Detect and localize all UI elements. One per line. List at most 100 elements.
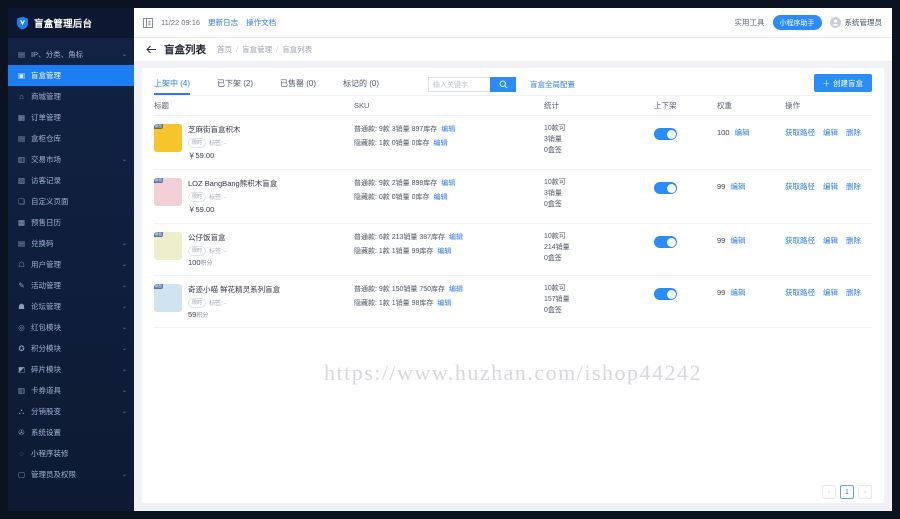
shelf-toggle[interactable] bbox=[654, 128, 677, 140]
search-button[interactable] bbox=[490, 77, 516, 92]
product-info: 公仔饭盲盒 限时 标签: - 100积分 bbox=[188, 232, 226, 267]
cell-ops: 获取路径 编辑 删除 bbox=[785, 124, 872, 138]
sku-hidden-edit-link[interactable]: 编辑 bbox=[437, 298, 451, 308]
delete-link[interactable]: 删除 bbox=[846, 127, 861, 138]
sidebar-item-0[interactable]: ▤ IP、分类、角标 ⌄ bbox=[8, 44, 134, 65]
sku-normal-edit-link[interactable]: 编辑 bbox=[449, 232, 463, 242]
sidebar-item-13[interactable]: ◎ 红包模块 ⌄ bbox=[8, 317, 134, 338]
product-meta: 限时 标签: - bbox=[188, 297, 280, 308]
toggle-knob bbox=[666, 237, 676, 247]
sidebar-item-7[interactable]: ❏ 自定义页面 bbox=[8, 191, 134, 212]
sidebar-menu: ▤ IP、分类、角标 ⌄ ▣ 盲盒管理 ⌂ 商城管理 ▦ 订单管理 ▤ 盒柜仓库 ▥ 交易市场 ⌄ ▨ 访客记… bbox=[8, 38, 134, 511]
sidebar-item-5[interactable]: ▥ 交易市场 ⌄ bbox=[8, 149, 134, 170]
sidebar-item-8[interactable]: ▩ 预售日历 bbox=[8, 212, 134, 233]
order-icon: ▦ bbox=[17, 112, 26, 122]
breadcrumb-item-0[interactable]: 首页 bbox=[217, 44, 232, 55]
shelf-toggle[interactable] bbox=[654, 288, 677, 300]
tab-2[interactable]: 已售罄 (0) bbox=[280, 75, 316, 95]
sidebar-item-17[interactable]: ⛬ 分销股变 ⌄ bbox=[8, 401, 134, 422]
get-path-link[interactable]: 获取路径 bbox=[785, 235, 815, 246]
stat-line-0: 10款可 bbox=[544, 233, 566, 240]
product-thumbnail[interactable]: 新品 bbox=[154, 178, 182, 206]
sku-normal-edit-link[interactable]: 编辑 bbox=[441, 178, 455, 188]
sidebar-item-16[interactable]: ▥ 卡券道具 ⌄ bbox=[8, 380, 134, 401]
assistant-button[interactable]: 小程序助手 bbox=[772, 15, 822, 30]
weight-edit-link[interactable]: 编辑 bbox=[730, 287, 745, 298]
points-icon: ✪ bbox=[18, 343, 25, 353]
sku-normal-edit-link[interactable]: 编辑 bbox=[441, 124, 455, 134]
delete-link[interactable]: 删除 bbox=[846, 181, 861, 192]
delete-link[interactable]: 删除 bbox=[846, 235, 861, 246]
sidebar-item-4[interactable]: ▤ 盒柜仓库 bbox=[8, 128, 134, 149]
sku-hidden-edit-link[interactable]: 编辑 bbox=[433, 138, 447, 148]
user-icon: ☖ bbox=[18, 259, 25, 269]
sidebar-item-12[interactable]: ☗ 论坛管理 ⌄ bbox=[8, 296, 134, 317]
get-path-link[interactable]: 获取路径 bbox=[785, 287, 815, 298]
cell-sku: 普通款: 6款 213销量 387库存 编辑 隐藏款: 1款 1销量 99库存 编辑 bbox=[354, 232, 544, 260]
sidebar-item-15[interactable]: ◩ 碎片模块 ⌄ bbox=[8, 359, 134, 380]
product-meta-text: 标签: - bbox=[209, 301, 227, 307]
sidebar-item-label: 用户管理 bbox=[31, 260, 61, 269]
pagination-page-1[interactable]: 1 bbox=[840, 485, 854, 499]
product-price: 100积分 bbox=[188, 258, 226, 267]
sidebar-item-18[interactable]: ✇ 系统设置 bbox=[8, 422, 134, 443]
sidebar-item-20[interactable]: ▢ 管理员及权限 ⌄ bbox=[8, 464, 134, 485]
get-path-link[interactable]: 获取路径 bbox=[785, 181, 815, 192]
breadcrumb-item-1[interactable]: 盲盒管理 bbox=[242, 44, 272, 55]
tab-3[interactable]: 标记的 (0) bbox=[343, 75, 379, 95]
sidebar-item-9[interactable]: ▤ 兑换码 ⌄ bbox=[8, 233, 134, 254]
shelf-toggle[interactable] bbox=[654, 236, 677, 248]
edit-link[interactable]: 编辑 bbox=[823, 235, 838, 246]
weight-edit-link[interactable]: 编辑 bbox=[730, 181, 745, 192]
pagination-prev[interactable]: ‹ bbox=[822, 485, 836, 499]
toggle-knob bbox=[666, 183, 676, 193]
back-arrow-icon[interactable] bbox=[146, 45, 157, 54]
edit-link[interactable]: 编辑 bbox=[823, 181, 838, 192]
search-input[interactable]: 输入关键字 bbox=[428, 77, 490, 92]
menu-collapse-icon[interactable] bbox=[142, 17, 153, 28]
pagination-next[interactable]: › bbox=[858, 485, 872, 499]
update-log-link[interactable]: 更新日志 bbox=[208, 17, 238, 28]
create-blindbox-button[interactable]: ＋ 创建盲盒 bbox=[813, 74, 872, 92]
table-row: 新品 公仔饭盲盒 限时 标签: -100积分 普通款: 6款 213销量 387库存 编辑… bbox=[154, 224, 872, 276]
weight-wrap: 99 编辑 bbox=[717, 235, 785, 246]
sidebar-item-14[interactable]: ✪ 积分模块 ⌄ bbox=[8, 338, 134, 359]
sidebar-item-6[interactable]: ▨ 访客记录 bbox=[8, 170, 134, 191]
global-config-link[interactable]: 盲盒全局配置 bbox=[530, 79, 575, 90]
stat-line-2: 0盒签 bbox=[544, 306, 562, 314]
sku-normal-edit-link[interactable]: 编辑 bbox=[449, 284, 463, 294]
sidebar-item-1[interactable]: ▣ 盲盒管理 bbox=[8, 65, 134, 86]
edit-link[interactable]: 编辑 bbox=[823, 287, 838, 298]
weight-edit-link[interactable]: 编辑 bbox=[735, 127, 750, 138]
product-price: ￥59.00 bbox=[188, 204, 277, 215]
product-thumbnail[interactable]: 新品 bbox=[154, 284, 182, 312]
sidebar-item-19[interactable]: ◌ 小程序装修 bbox=[8, 443, 134, 464]
sidebar-item-label: 卡券道具 bbox=[31, 386, 61, 395]
product: 新品 LOZ BangBang熊积木盲盒 限时 标签: - ￥59.00 bbox=[154, 178, 354, 215]
stat-line-1: 3销量 bbox=[544, 135, 562, 143]
user-box[interactable]: 系统管理员 bbox=[829, 17, 882, 28]
sidebar-item-2[interactable]: ⌂ 商城管理 bbox=[8, 86, 134, 107]
breadcrumb: 首页 / 盲盒管理 / 盲盒列表 bbox=[217, 44, 312, 55]
tab-1[interactable]: 已下架 (2) bbox=[217, 75, 253, 95]
edit-link[interactable]: 编辑 bbox=[823, 127, 838, 138]
sidebar-item-10[interactable]: ☖ 用户管理 ⌄ bbox=[8, 254, 134, 275]
delete-link[interactable]: 删除 bbox=[846, 287, 861, 298]
admin-app: 盲盒管理后台 ▤ IP、分类、角标 ⌄ ▣ 盲盒管理 ⌂ 商城管理 ▦ 订单管理 ▤ 盒柜仓库 ▥ 交易… bbox=[8, 8, 892, 511]
tab-0[interactable]: 上架中 (4) bbox=[154, 75, 190, 95]
product-thumbnail[interactable]: 新品 bbox=[154, 124, 182, 152]
shelf-toggle[interactable] bbox=[654, 182, 677, 194]
weight-edit-link[interactable]: 编辑 bbox=[730, 235, 745, 246]
get-path-link[interactable]: 获取路径 bbox=[785, 127, 815, 138]
breadcrumb-sep: / bbox=[236, 45, 239, 54]
sidebar-item-11[interactable]: ✎ 活动管理 ⌄ bbox=[8, 275, 134, 296]
sku-hidden-edit-link[interactable]: 编辑 bbox=[433, 192, 447, 202]
tools-link[interactable]: 实用工具 bbox=[735, 17, 765, 28]
operation-doc-link[interactable]: 操作文档 bbox=[246, 17, 276, 28]
weight-value: 100 bbox=[717, 128, 730, 137]
sidebar-item-3[interactable]: ▦ 订单管理 bbox=[8, 107, 134, 128]
sku-hidden-edit-link[interactable]: 编辑 bbox=[437, 246, 451, 256]
sku-normal-line: 普通款: 9款 3销量 897库存 编辑 bbox=[354, 124, 544, 134]
product-thumbnail[interactable]: 新品 bbox=[154, 232, 182, 260]
cell-stat: 10款可 214销量 0盒签 bbox=[544, 232, 654, 265]
